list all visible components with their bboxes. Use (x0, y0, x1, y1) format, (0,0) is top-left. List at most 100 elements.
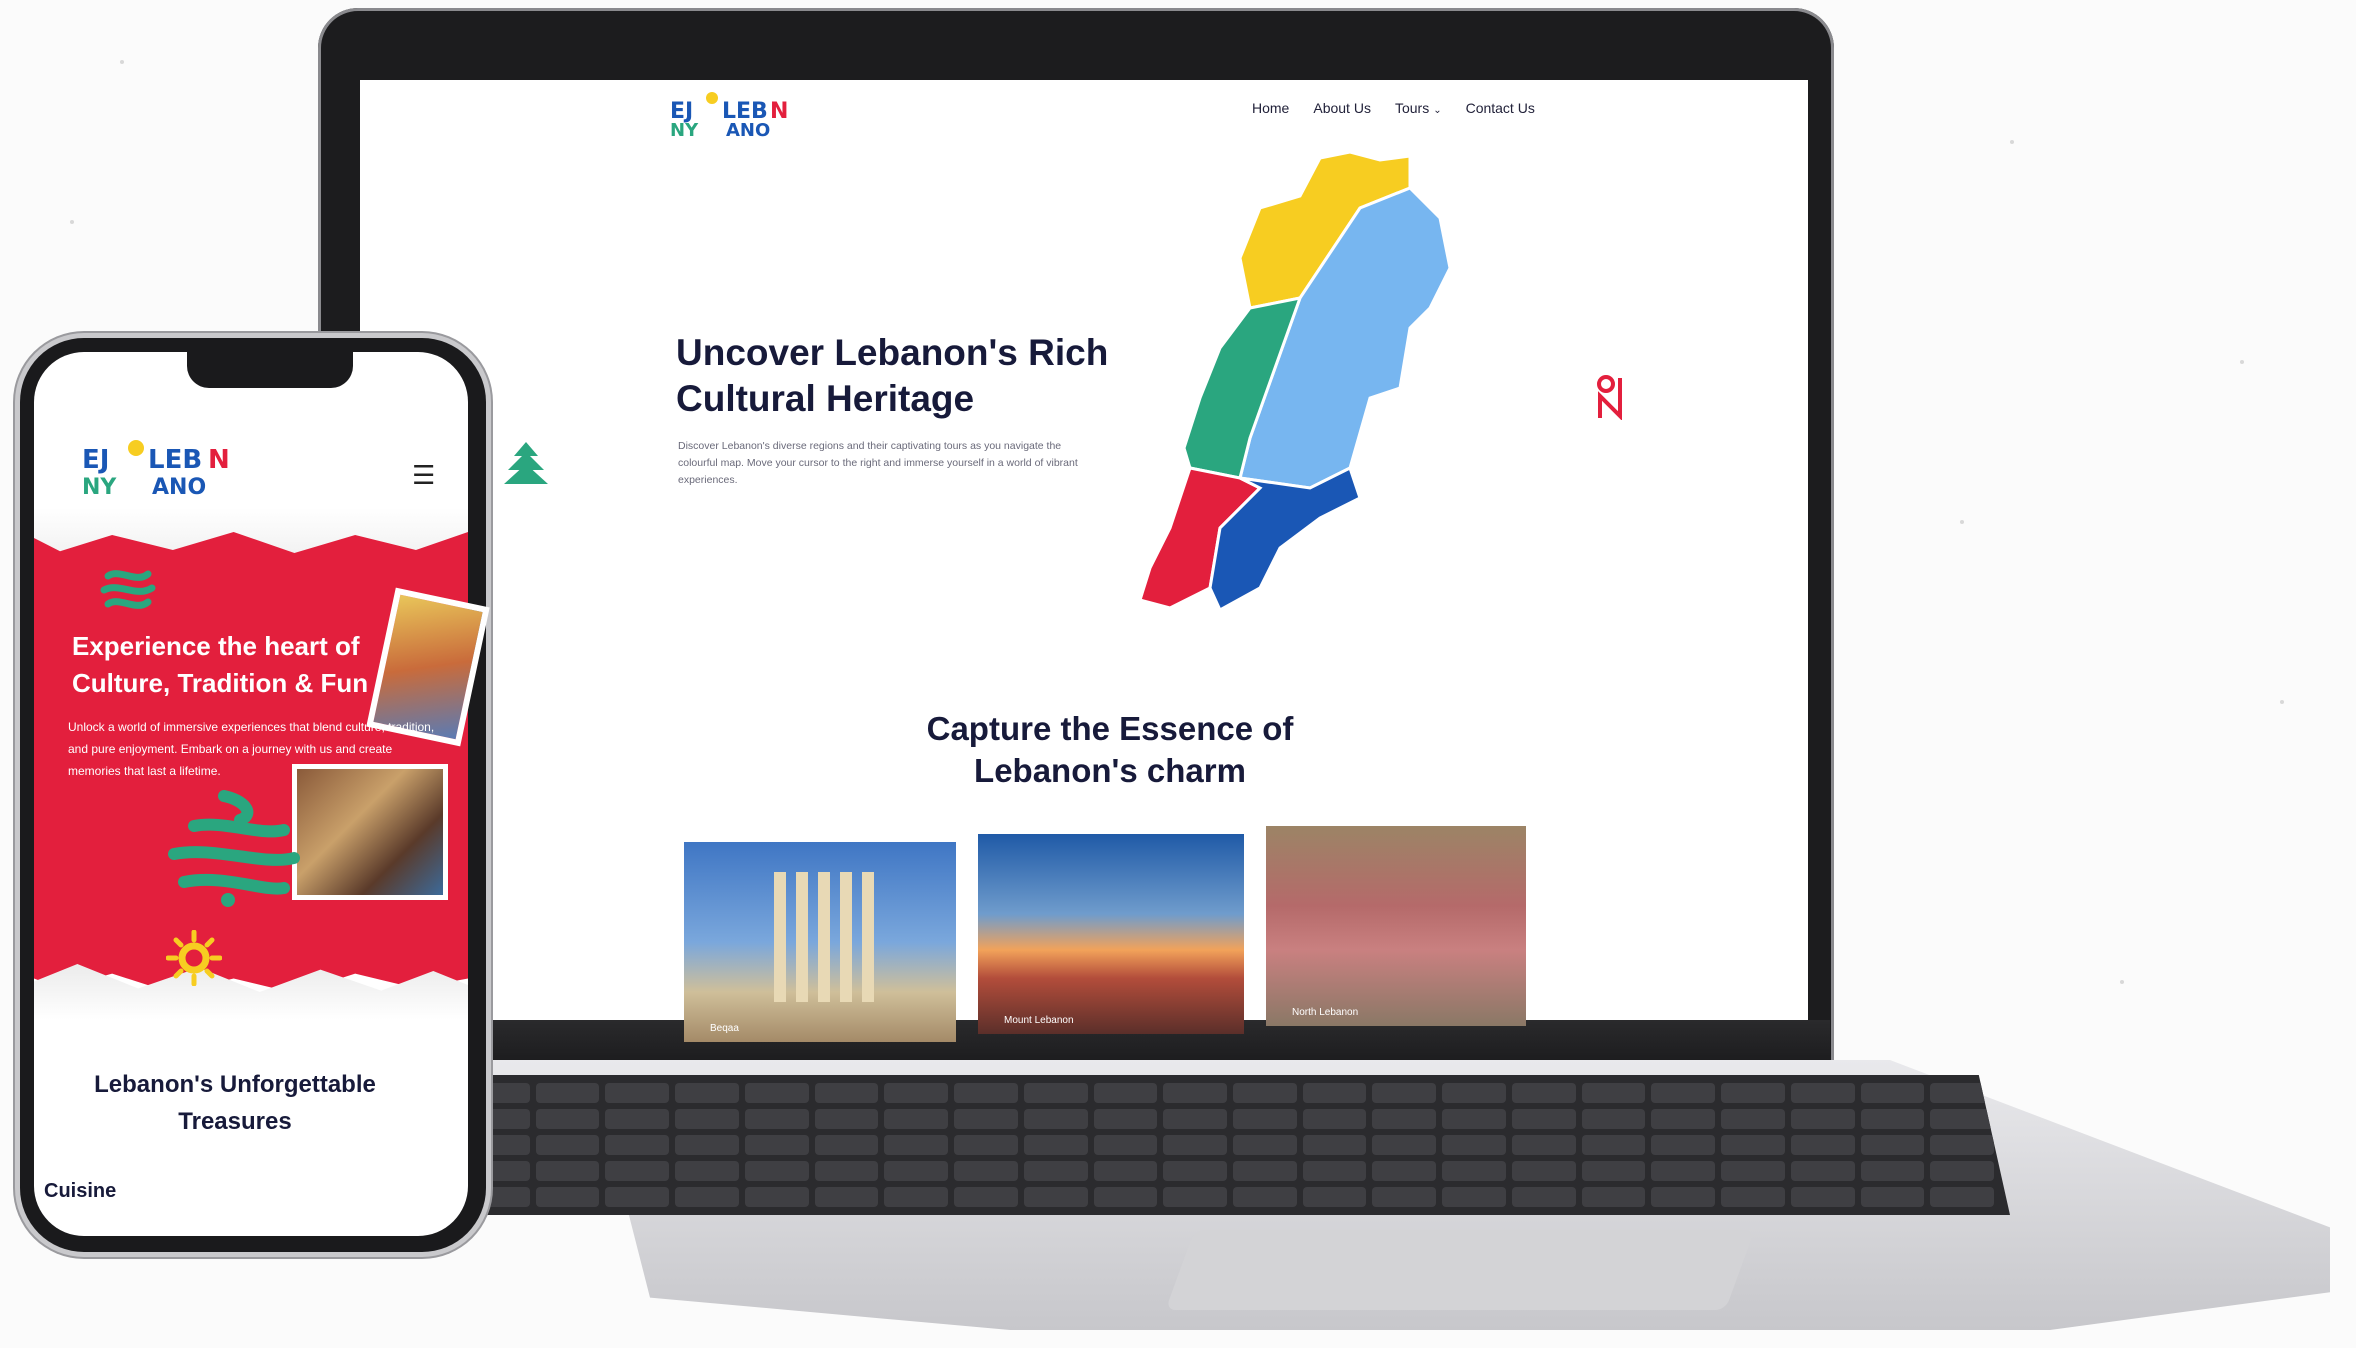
region-card-north-lebanon[interactable]: North Lebanon (1266, 826, 1526, 1026)
mobile-category-cuisine[interactable]: Cuisine (44, 1180, 116, 1203)
logo-joy: NY (670, 120, 699, 140)
keyboard-key (954, 1135, 1018, 1155)
keyboard-key (1163, 1187, 1227, 1207)
nav-home[interactable]: Home (1252, 100, 1289, 116)
keyboard-key (1930, 1135, 1994, 1155)
keyboard-key (1023, 1083, 1088, 1103)
keyboard-key (814, 1083, 879, 1103)
keyboard-key (1023, 1161, 1088, 1181)
keyboard-key (1581, 1109, 1646, 1129)
laptop-keyboard (450, 1075, 2010, 1215)
keyboard-key (1163, 1083, 1227, 1103)
keyboard-key (535, 1187, 600, 1207)
keyboard-key (535, 1083, 600, 1103)
keyboard-key (1790, 1083, 1855, 1103)
keyboard-key (1721, 1187, 1785, 1207)
logo-leb: LEB (148, 445, 202, 475)
logo-sun-icon (706, 92, 718, 104)
background-speck (120, 60, 124, 64)
keyboard-key (1930, 1109, 1994, 1129)
keyboard-key (1232, 1109, 1297, 1129)
keyboard-key (605, 1135, 670, 1155)
logo-anon: ANO (726, 120, 770, 140)
keyboard-key (814, 1135, 879, 1155)
keyboard-key (1232, 1135, 1297, 1155)
keyboard-key (1860, 1109, 1925, 1129)
keyboard-key (884, 1187, 949, 1207)
chevron-down-icon: ⌄ (1433, 105, 1442, 116)
temple-pillar (796, 872, 808, 1002)
keyboard-key (884, 1161, 949, 1181)
keyboard-key (1651, 1083, 1716, 1103)
keyboard-key (1023, 1109, 1088, 1129)
keyboard-key (1093, 1083, 1158, 1103)
keyboard-key (1232, 1187, 1297, 1207)
keyboard-key (1093, 1135, 1158, 1155)
hero-title: Uncover Lebanon's Rich Cultural Heritage (676, 332, 1109, 419)
region-card-mount-lebanon[interactable]: Mount Lebanon (978, 834, 1244, 1034)
keyboard-key (605, 1109, 670, 1129)
keyboard-key (1721, 1083, 1785, 1103)
temple-pillar (862, 872, 874, 1002)
keyboard-key (744, 1109, 809, 1129)
keyboard-key (675, 1109, 739, 1129)
keyboard-key (884, 1083, 949, 1103)
keyboard-key (1651, 1109, 1716, 1129)
cedar-squiggle-icon (100, 570, 156, 609)
logo-anon: ANO (152, 475, 206, 498)
keyboard-key (675, 1187, 739, 1207)
hero-photo-market (292, 764, 448, 900)
nav-tours[interactable]: Tours ⌄ (1395, 100, 1442, 116)
keyboard-key (1093, 1109, 1158, 1129)
hamburger-icon[interactable]: ☰ (412, 460, 435, 491)
logo-joy: NY (82, 475, 117, 498)
keyboard-key (1372, 1109, 1437, 1129)
background-speck (1960, 520, 1964, 524)
keyboard-key (1581, 1083, 1646, 1103)
keyboard-key (884, 1135, 949, 1155)
keyboard-key (884, 1109, 949, 1129)
mobile-hero-title: Experience the heart of Culture, Traditi… (72, 631, 369, 698)
keyboard-key (1651, 1187, 1716, 1207)
keyboard-key (1442, 1135, 1506, 1155)
temple-pillar (774, 872, 786, 1002)
keyboard-key (1163, 1109, 1227, 1129)
keyboard-key (1302, 1135, 1367, 1155)
keyboard-key (1511, 1083, 1576, 1103)
keyboard-key (675, 1083, 739, 1103)
site-logo[interactable]: EJ NY LEB N ANO (668, 84, 808, 140)
keyboard-key (744, 1187, 809, 1207)
keyboard-key (954, 1161, 1018, 1181)
logo-enjoy: EJ (82, 445, 109, 475)
nav-contact-us[interactable]: Contact Us (1466, 100, 1535, 116)
keyboard-key (1581, 1161, 1646, 1181)
keyboard-key (1023, 1187, 1088, 1207)
keyboard-key (1372, 1161, 1437, 1181)
card-label: Beqaa (710, 1023, 739, 1034)
cedar-icon (504, 442, 548, 484)
nav-about-us[interactable]: About Us (1313, 100, 1371, 116)
keyboard-key (1581, 1187, 1646, 1207)
hero-description: Discover Lebanon's diverse regions and t… (678, 440, 1078, 486)
region-card-beqaa[interactable]: Beqaa (684, 842, 956, 1042)
keyboard-key (1860, 1161, 1925, 1181)
keyboard-key (1372, 1187, 1437, 1207)
temple-pillar (818, 872, 830, 1002)
keyboard-key (1372, 1083, 1437, 1103)
card-label: Mount Lebanon (1004, 1015, 1074, 1026)
keyboard-key (744, 1135, 809, 1155)
keyboard-key (1442, 1109, 1506, 1129)
keyboard-key (1232, 1083, 1297, 1103)
keyboard-key (675, 1135, 739, 1155)
keyboard-key (954, 1109, 1018, 1129)
keyboard-key (1790, 1109, 1855, 1129)
keyboard-key (954, 1187, 1018, 1207)
keyboard-key (744, 1161, 809, 1181)
logo-on: N (770, 99, 788, 124)
background-speck (2240, 360, 2244, 364)
phone-notch (187, 352, 353, 388)
mobile-site-logo[interactable]: EJ NY LEB N ANO (80, 432, 256, 498)
keyboard-key (1023, 1135, 1088, 1155)
keyboard-key (814, 1161, 879, 1181)
background-speck (2280, 700, 2284, 704)
